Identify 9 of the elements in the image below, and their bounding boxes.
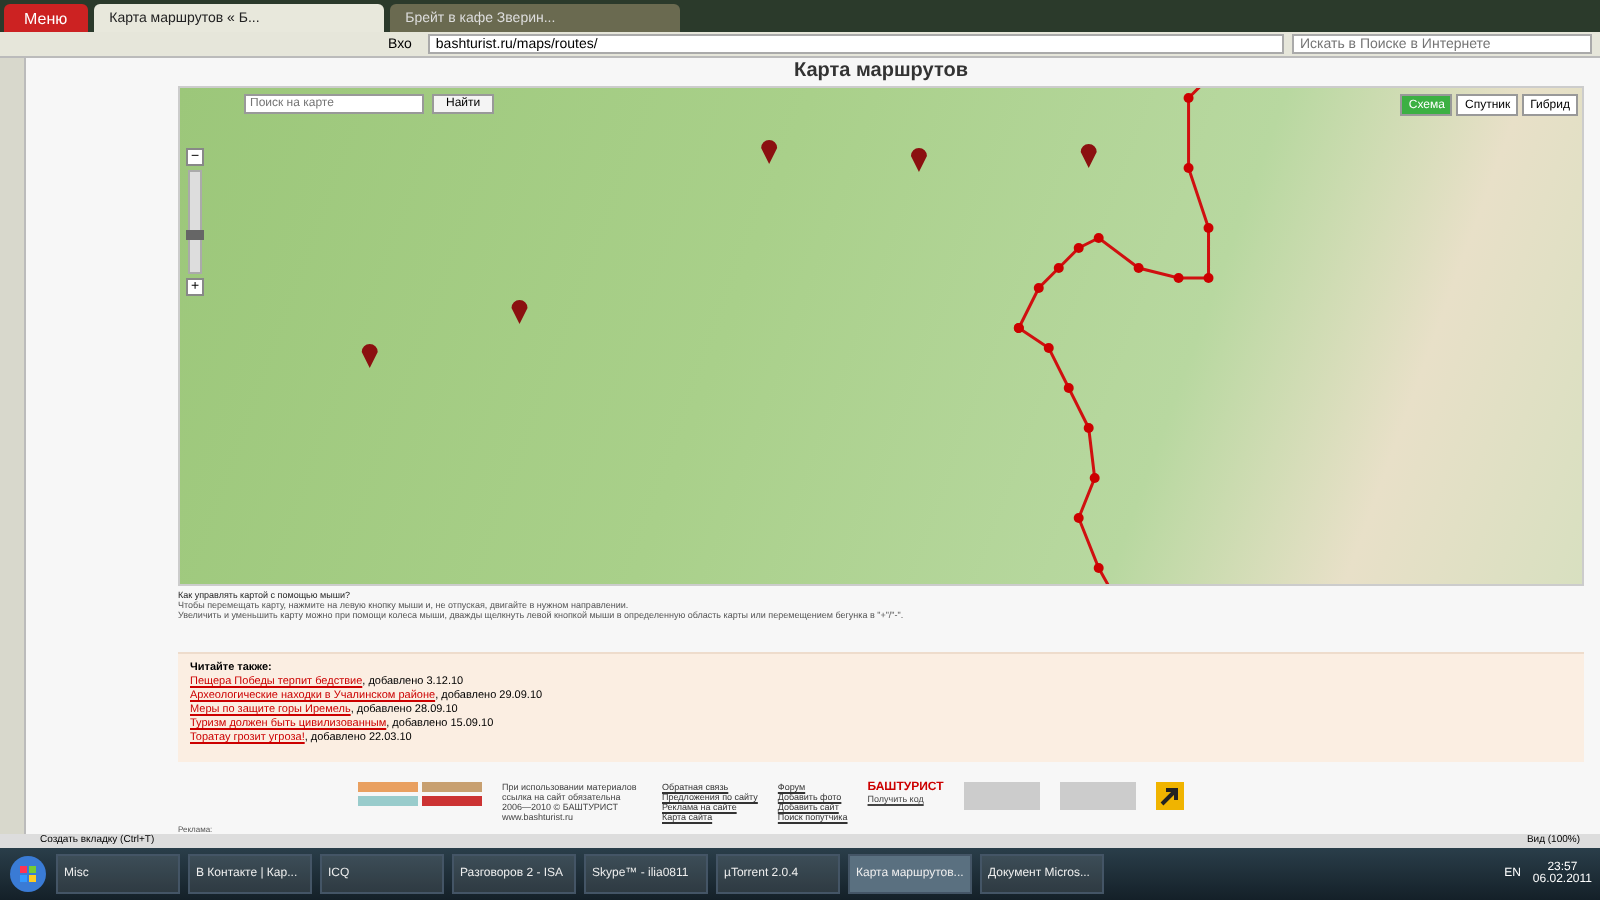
zoom-slider[interactable] — [188, 170, 202, 274]
arrow-icon[interactable] — [1155, 782, 1184, 810]
banner-placeholder — [963, 782, 1040, 810]
zoom-thumb[interactable] — [186, 229, 204, 240]
counter-badges-drawing — [358, 782, 482, 806]
page-title: Карта маршрутов — [792, 58, 970, 86]
banner-placeholder — [1059, 782, 1136, 810]
start-icon[interactable] — [8, 854, 48, 894]
menu-button[interactable]: Меню — [4, 4, 88, 32]
